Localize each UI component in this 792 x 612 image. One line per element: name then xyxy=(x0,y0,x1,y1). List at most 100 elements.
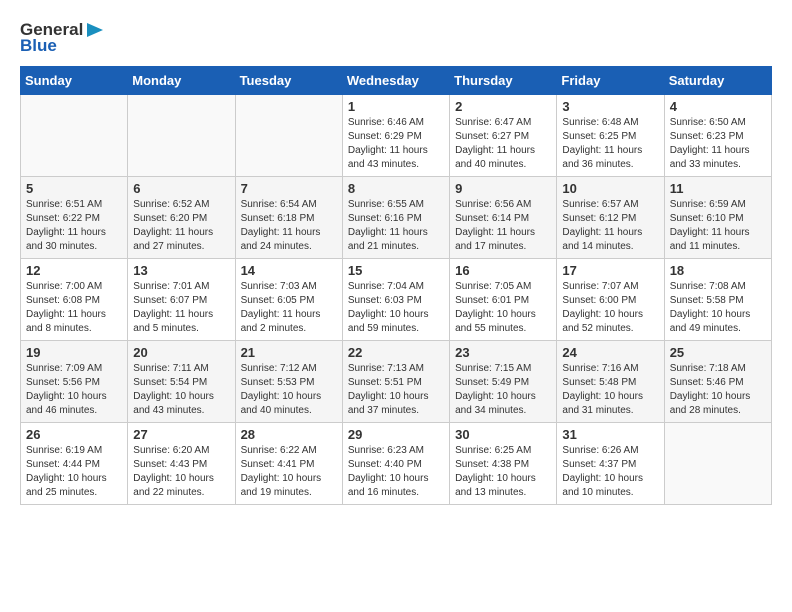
day-number: 24 xyxy=(562,345,658,360)
day-info: Sunrise: 7:04 AM Sunset: 6:03 PM Dayligh… xyxy=(348,280,444,336)
day-number: 23 xyxy=(455,345,551,360)
day-number: 13 xyxy=(133,263,229,278)
day-number: 21 xyxy=(241,345,337,360)
day-number: 7 xyxy=(241,181,337,196)
logo-arrow-icon xyxy=(85,21,105,39)
day-number: 28 xyxy=(241,427,337,442)
day-number: 26 xyxy=(26,427,122,442)
day-cell-9: 9 Sunrise: 6:56 AM Sunset: 6:14 PM Daylig… xyxy=(450,177,557,259)
day-cell-6: 6Sunrise: 6:52 AM Sunset: 6:20 PM Daylig… xyxy=(128,177,235,259)
day-cell-19: 19 Sunrise: 7:09 AM Sunset: 5:56 PM Dayli… xyxy=(21,341,128,423)
day-number: 25 xyxy=(670,345,766,360)
day-cell-11: 11 Sunrise: 6:59 AM Sunset: 6:10 PM Dayli… xyxy=(664,177,771,259)
weekday-header-row: SundayMondayTuesdayWednesdayThursdayFrid… xyxy=(21,67,772,95)
day-number: 15 xyxy=(348,263,444,278)
page-header: General Blue xyxy=(20,20,772,56)
day-cell-13: 13Sunrise: 7:01 AM Sunset: 6:07 PM Dayli… xyxy=(128,259,235,341)
day-cell-5: 5Sunrise: 6:51 AM Sunset: 6:22 PM Daylig… xyxy=(21,177,128,259)
week-row-3: 12 Sunrise: 7:00 AM Sunset: 6:08 PM Dayli… xyxy=(21,259,772,341)
day-info: Sunrise: 6:59 AM Sunset: 6:10 PM Dayligh… xyxy=(670,198,766,254)
day-number: 2 xyxy=(455,99,551,114)
day-cell-10: 10 Sunrise: 6:57 AM Sunset: 6:12 PM Dayli… xyxy=(557,177,664,259)
day-info: Sunrise: 6:20 AM Sunset: 4:43 PM Dayligh… xyxy=(133,444,229,500)
empty-cell xyxy=(128,95,235,177)
day-number: 10 xyxy=(562,181,658,196)
day-info: Sunrise: 6:46 AM Sunset: 6:29 PM Dayligh… xyxy=(348,116,444,172)
day-number: 17 xyxy=(562,263,658,278)
day-cell-30: 30 Sunrise: 6:25 AM Sunset: 4:38 PM Dayli… xyxy=(450,423,557,505)
day-number: 29 xyxy=(348,427,444,442)
day-number: 16 xyxy=(455,263,551,278)
day-cell-8: 8Sunrise: 6:55 AM Sunset: 6:16 PM Daylig… xyxy=(342,177,449,259)
day-cell-1: 1 Sunrise: 6:46 AM Sunset: 6:29 PM Daylig… xyxy=(342,95,449,177)
day-info: Sunrise: 6:57 AM Sunset: 6:12 PM Dayligh… xyxy=(562,198,658,254)
day-number: 11 xyxy=(670,181,766,196)
day-number: 1 xyxy=(348,99,444,114)
weekday-header-sunday: Sunday xyxy=(21,67,128,95)
day-info: Sunrise: 7:08 AM Sunset: 5:58 PM Dayligh… xyxy=(670,280,766,336)
day-cell-22: 22Sunrise: 7:13 AM Sunset: 5:51 PM Dayli… xyxy=(342,341,449,423)
day-cell-20: 20 Sunrise: 7:11 AM Sunset: 5:54 PM Dayli… xyxy=(128,341,235,423)
day-info: Sunrise: 7:12 AM Sunset: 5:53 PM Dayligh… xyxy=(241,362,337,418)
day-cell-26: 26 Sunrise: 6:19 AM Sunset: 4:44 PM Dayli… xyxy=(21,423,128,505)
day-number: 18 xyxy=(670,263,766,278)
day-number: 8 xyxy=(348,181,444,196)
day-info: Sunrise: 6:50 AM Sunset: 6:23 PM Dayligh… xyxy=(670,116,766,172)
day-number: 6 xyxy=(133,181,229,196)
day-number: 19 xyxy=(26,345,122,360)
weekday-header-monday: Monday xyxy=(128,67,235,95)
logo-blue: Blue xyxy=(20,36,57,56)
empty-cell xyxy=(21,95,128,177)
day-info: Sunrise: 7:11 AM Sunset: 5:54 PM Dayligh… xyxy=(133,362,229,418)
logo-text-block: General Blue xyxy=(20,20,105,56)
weekday-header-thursday: Thursday xyxy=(450,67,557,95)
day-number: 9 xyxy=(455,181,551,196)
day-number: 4 xyxy=(670,99,766,114)
day-info: Sunrise: 7:03 AM Sunset: 6:05 PM Dayligh… xyxy=(241,280,337,336)
day-info: Sunrise: 7:05 AM Sunset: 6:01 PM Dayligh… xyxy=(455,280,551,336)
day-cell-16: 16 Sunrise: 7:05 AM Sunset: 6:01 PM Dayli… xyxy=(450,259,557,341)
day-cell-31: 31 Sunrise: 6:26 AM Sunset: 4:37 PM Dayli… xyxy=(557,423,664,505)
week-row-1: 1 Sunrise: 6:46 AM Sunset: 6:29 PM Daylig… xyxy=(21,95,772,177)
day-cell-27: 27 Sunrise: 6:20 AM Sunset: 4:43 PM Dayli… xyxy=(128,423,235,505)
day-info: Sunrise: 6:25 AM Sunset: 4:38 PM Dayligh… xyxy=(455,444,551,500)
empty-cell xyxy=(664,423,771,505)
day-info: Sunrise: 6:23 AM Sunset: 4:40 PM Dayligh… xyxy=(348,444,444,500)
day-number: 30 xyxy=(455,427,551,442)
day-cell-14: 14 Sunrise: 7:03 AM Sunset: 6:05 PM Dayli… xyxy=(235,259,342,341)
weekday-header-wednesday: Wednesday xyxy=(342,67,449,95)
day-info: Sunrise: 6:54 AM Sunset: 6:18 PM Dayligh… xyxy=(241,198,337,254)
weekday-header-friday: Friday xyxy=(557,67,664,95)
day-cell-21: 21 Sunrise: 7:12 AM Sunset: 5:53 PM Dayli… xyxy=(235,341,342,423)
day-cell-29: 29 Sunrise: 6:23 AM Sunset: 4:40 PM Dayli… xyxy=(342,423,449,505)
day-cell-23: 23 Sunrise: 7:15 AM Sunset: 5:49 PM Dayli… xyxy=(450,341,557,423)
day-info: Sunrise: 6:51 AM Sunset: 6:22 PM Dayligh… xyxy=(26,198,122,254)
day-number: 31 xyxy=(562,427,658,442)
empty-cell xyxy=(235,95,342,177)
day-number: 22 xyxy=(348,345,444,360)
day-number: 14 xyxy=(241,263,337,278)
day-info: Sunrise: 7:00 AM Sunset: 6:08 PM Dayligh… xyxy=(26,280,122,336)
day-number: 12 xyxy=(26,263,122,278)
day-cell-28: 28Sunrise: 6:22 AM Sunset: 4:41 PM Dayli… xyxy=(235,423,342,505)
day-cell-4: 4 Sunrise: 6:50 AM Sunset: 6:23 PM Daylig… xyxy=(664,95,771,177)
day-info: Sunrise: 7:09 AM Sunset: 5:56 PM Dayligh… xyxy=(26,362,122,418)
day-number: 20 xyxy=(133,345,229,360)
day-info: Sunrise: 6:47 AM Sunset: 6:27 PM Dayligh… xyxy=(455,116,551,172)
day-info: Sunrise: 6:26 AM Sunset: 4:37 PM Dayligh… xyxy=(562,444,658,500)
day-cell-12: 12 Sunrise: 7:00 AM Sunset: 6:08 PM Dayli… xyxy=(21,259,128,341)
week-row-5: 26 Sunrise: 6:19 AM Sunset: 4:44 PM Dayli… xyxy=(21,423,772,505)
week-row-2: 5Sunrise: 6:51 AM Sunset: 6:22 PM Daylig… xyxy=(21,177,772,259)
day-info: Sunrise: 6:48 AM Sunset: 6:25 PM Dayligh… xyxy=(562,116,658,172)
day-info: Sunrise: 6:19 AM Sunset: 4:44 PM Dayligh… xyxy=(26,444,122,500)
day-cell-2: 2 Sunrise: 6:47 AM Sunset: 6:27 PM Daylig… xyxy=(450,95,557,177)
weekday-header-saturday: Saturday xyxy=(664,67,771,95)
day-cell-3: 3Sunrise: 6:48 AM Sunset: 6:25 PM Daylig… xyxy=(557,95,664,177)
day-number: 27 xyxy=(133,427,229,442)
day-info: Sunrise: 7:15 AM Sunset: 5:49 PM Dayligh… xyxy=(455,362,551,418)
day-cell-7: 7 Sunrise: 6:54 AM Sunset: 6:18 PM Daylig… xyxy=(235,177,342,259)
day-cell-24: 24Sunrise: 7:16 AM Sunset: 5:48 PM Dayli… xyxy=(557,341,664,423)
day-info: Sunrise: 6:56 AM Sunset: 6:14 PM Dayligh… xyxy=(455,198,551,254)
day-info: Sunrise: 7:18 AM Sunset: 5:46 PM Dayligh… xyxy=(670,362,766,418)
day-cell-18: 18 Sunrise: 7:08 AM Sunset: 5:58 PM Dayli… xyxy=(664,259,771,341)
